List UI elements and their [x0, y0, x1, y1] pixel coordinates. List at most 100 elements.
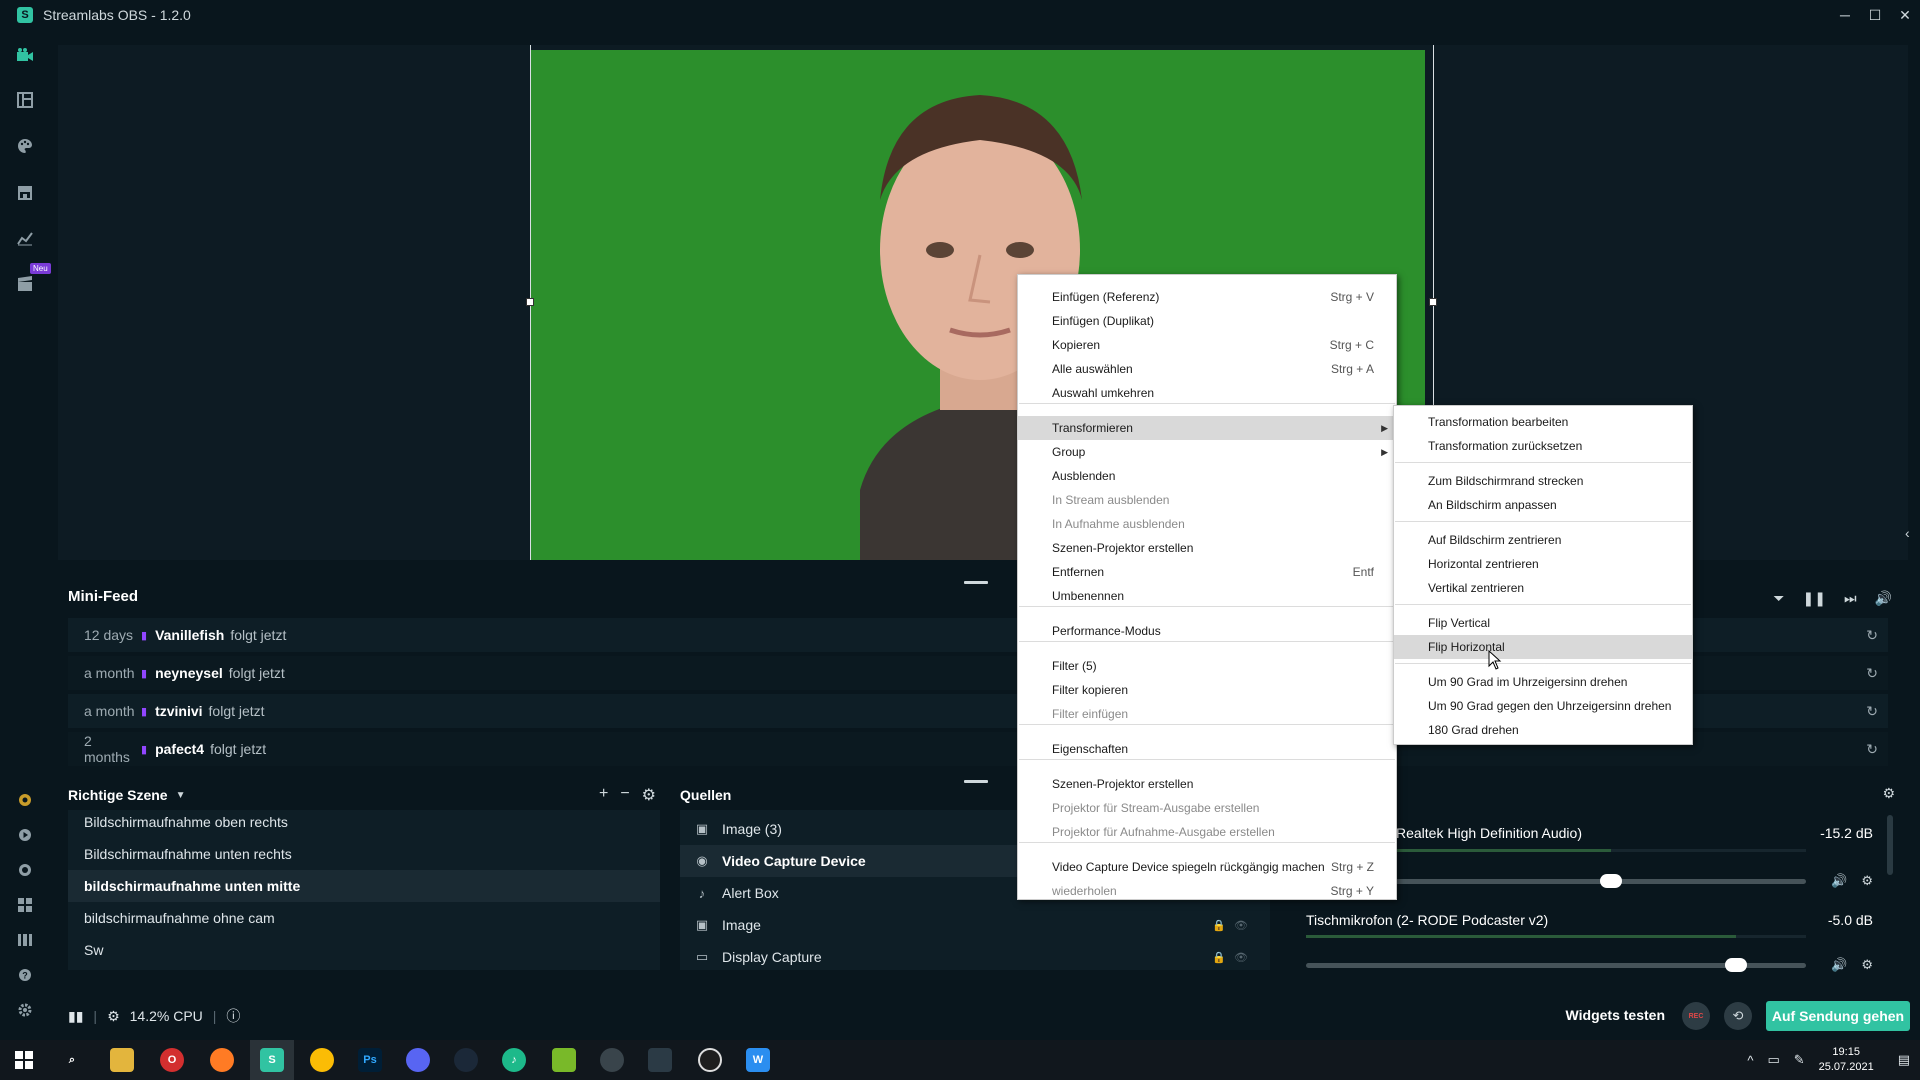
replay-alert-icon[interactable]: ↻: [1866, 627, 1878, 644]
word-app-icon[interactable]: W: [746, 1048, 770, 1072]
collapse-right-icon[interactable]: ‹: [1905, 525, 1910, 541]
mixer-scrollbar[interactable]: [1887, 815, 1893, 875]
record-button[interactable]: REC: [1682, 1002, 1710, 1030]
davinci-icon[interactable]: [648, 1048, 672, 1072]
pause-icon[interactable]: ❚❚: [1802, 590, 1825, 607]
stats-chart-icon[interactable]: ▮▮: [68, 1008, 83, 1025]
app-store-icon[interactable]: [15, 182, 35, 202]
dashboard-icon[interactable]: [15, 228, 35, 248]
context-menu-item[interactable]: Filter (5): [1018, 654, 1396, 678]
network-icon[interactable]: ▭: [1767, 1052, 1779, 1068]
go-live-button[interactable]: Auf Sendung gehen: [1766, 1001, 1910, 1031]
submenu-item[interactable]: Um 90 Grad im Uhrzeigersinn drehen: [1394, 670, 1692, 694]
mixer-settings-gear-icon[interactable]: ⚙: [1882, 785, 1895, 802]
steam-icon[interactable]: [454, 1048, 478, 1072]
channel-settings-gear-icon[interactable]: ⚙: [1861, 957, 1873, 973]
themes-icon[interactable]: [15, 136, 35, 156]
prime-icon[interactable]: [15, 790, 35, 810]
chrome-icon[interactable]: [310, 1048, 334, 1072]
context-menu-item[interactable]: Einfügen (Referenz) Strg + V: [1018, 285, 1396, 309]
streamlabs-icon[interactable]: S: [260, 1048, 284, 1072]
taskbar-clock[interactable]: 19:15 25.07.2021: [1819, 1045, 1874, 1075]
chat-icon[interactable]: [15, 860, 35, 880]
remove-scene-button[interactable]: −: [620, 785, 629, 805]
apps-grid-icon[interactable]: [15, 895, 35, 915]
channel-settings-gear-icon[interactable]: ⚙: [1861, 873, 1873, 889]
tray-chevron-icon[interactable]: ^: [1747, 1053, 1753, 1068]
pen-icon[interactable]: ✎: [1794, 1052, 1805, 1068]
maximize-button[interactable]: ☐: [1860, 0, 1890, 30]
submenu-item[interactable]: Transformation bearbeiten: [1394, 410, 1692, 434]
editor-icon[interactable]: [15, 45, 35, 65]
filter-icon[interactable]: ⏷: [1773, 590, 1784, 607]
replay-alert-icon[interactable]: ↻: [1866, 703, 1878, 720]
submenu-item[interactable]: Um 90 Grad gegen den Uhrzeigersinn drehe…: [1394, 694, 1692, 718]
scene-settings-gear-icon[interactable]: ⚙: [642, 785, 656, 805]
help-icon[interactable]: ?: [15, 965, 35, 985]
replay-alert-icon[interactable]: ↻: [1866, 741, 1878, 758]
photoshop-icon[interactable]: Ps: [358, 1048, 382, 1072]
submenu-item[interactable]: Flip Vertical: [1394, 611, 1692, 635]
resize-handle-left[interactable]: [526, 298, 534, 306]
replay-alert-icon[interactable]: ↻: [1866, 665, 1878, 682]
submenu-item[interactable]: Vertikal zentrieren: [1394, 576, 1692, 600]
speaker-icon[interactable]: 🔊: [1831, 957, 1847, 973]
music-app-icon[interactable]: ♪: [502, 1048, 526, 1072]
close-button[interactable]: ✕: [1890, 0, 1920, 30]
speaker-icon[interactable]: 🔊: [1831, 873, 1847, 889]
windows-start-icon[interactable]: [12, 1048, 36, 1072]
context-menu-item[interactable]: Kopieren Strg + C: [1018, 333, 1396, 357]
submenu-item[interactable]: Horizontal zentrieren: [1394, 552, 1692, 576]
submenu-item[interactable]: Flip Horizontal: [1394, 635, 1692, 659]
file-explorer-icon[interactable]: [110, 1048, 134, 1072]
discord-icon[interactable]: [406, 1048, 430, 1072]
settings-icon[interactable]: [15, 1000, 35, 1020]
submenu-item[interactable]: Auf Bildschirm zentrieren: [1394, 528, 1692, 552]
context-menu-item[interactable]: Filter kopieren: [1018, 678, 1396, 702]
context-menu-item[interactable]: Transformieren ▶: [1018, 416, 1396, 440]
scene-item[interactable]: Bildschirmaufnahme oben rechts: [68, 806, 660, 838]
scene-item[interactable]: Sw: [68, 934, 660, 966]
lock-visibility-icon[interactable]: 🔒👁: [1212, 951, 1256, 964]
context-menu-item[interactable]: Szenen-Projektor erstellen: [1018, 536, 1396, 560]
test-widgets-button[interactable]: Widgets testen: [1566, 1007, 1665, 1023]
source-item[interactable]: ▣ Image 🔒👁: [680, 909, 1270, 941]
skip-icon[interactable]: ⏭: [1844, 590, 1857, 607]
submenu-item[interactable]: 180 Grad drehen: [1394, 718, 1692, 742]
submenu-item[interactable]: Transformation zurücksetzen: [1394, 434, 1692, 458]
notification-icon[interactable]: ▤: [1898, 1052, 1910, 1068]
resize-handle-right[interactable]: [1429, 298, 1437, 306]
context-menu-item[interactable]: Szenen-Projektor erstellen: [1018, 772, 1396, 796]
opera-icon[interactable]: O: [160, 1048, 184, 1072]
highlighter-icon[interactable]: [15, 274, 35, 294]
volume-slider[interactable]: [1306, 958, 1806, 972]
chevron-down-icon[interactable]: ▼: [176, 790, 186, 801]
scene-item[interactable]: bildschirmaufnahme ohne cam: [68, 902, 660, 934]
obs-icon[interactable]: [698, 1048, 722, 1072]
layers-app-icon[interactable]: [552, 1048, 576, 1072]
context-menu-item[interactable]: Group ▶: [1018, 440, 1396, 464]
context-menu-item[interactable]: Ausblenden: [1018, 464, 1396, 488]
rocket-app-icon[interactable]: [600, 1048, 624, 1072]
context-menu-item[interactable]: Eigenschaften: [1018, 737, 1396, 761]
layout-columns-icon[interactable]: [15, 930, 35, 950]
source-item[interactable]: ▭ Display Capture 🔒👁: [680, 941, 1270, 973]
context-menu-item[interactable]: Entfernen Entf: [1018, 560, 1396, 584]
context-menu-item[interactable]: Alle auswählen Strg + A: [1018, 357, 1396, 381]
firefox-icon[interactable]: [210, 1048, 234, 1072]
context-menu-item[interactable]: Performance-Modus: [1018, 619, 1396, 643]
scene-collection-title[interactable]: Richtige Szene: [68, 787, 168, 803]
info-icon[interactable]: ⓘ: [226, 1006, 240, 1026]
lock-visibility-icon[interactable]: 🔒👁: [1212, 919, 1256, 932]
media-icon[interactable]: [15, 825, 35, 845]
scene-item[interactable]: Bildschirmaufnahme unten rechts: [68, 838, 660, 870]
add-scene-button[interactable]: +: [599, 785, 608, 805]
minimize-button[interactable]: ─: [1830, 0, 1860, 30]
submenu-item[interactable]: Zum Bildschirmrand strecken: [1394, 469, 1692, 493]
volume-icon[interactable]: 🔊: [1875, 590, 1892, 607]
layout-editor-icon[interactable]: [15, 90, 35, 110]
context-menu-item[interactable]: Video Capture Device spiegeln rückgängig…: [1018, 855, 1396, 879]
search-icon[interactable]: ⌕: [60, 1048, 84, 1072]
context-menu-item[interactable]: Einfügen (Duplikat): [1018, 309, 1396, 333]
submenu-item[interactable]: An Bildschirm anpassen: [1394, 493, 1692, 517]
